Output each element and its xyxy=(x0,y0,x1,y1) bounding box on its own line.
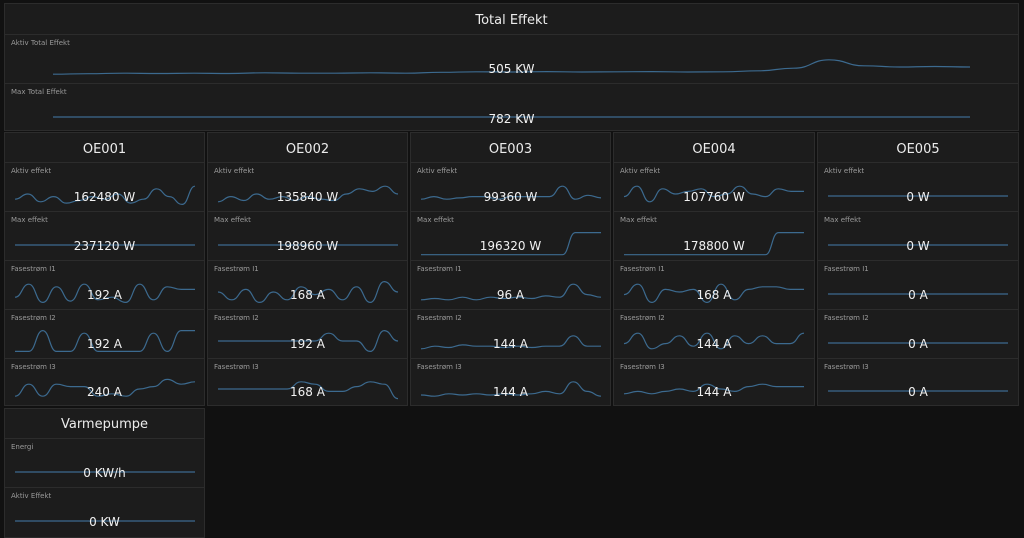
stat-value: 144 A xyxy=(696,337,732,351)
stat-value: 782 KW xyxy=(488,112,535,126)
stat-cell[interactable]: Fasestrøm I1 96 A xyxy=(411,261,610,309)
stat-cell[interactable]: Aktiv effekt 99360 W xyxy=(411,163,610,211)
panel-title: OE003 xyxy=(488,142,533,157)
stat-value: 168 A xyxy=(290,288,325,302)
stat-cell[interactable]: Fasestrøm I2 144 A xyxy=(411,310,610,358)
stat-value: 144 A xyxy=(696,385,732,399)
stat-value: 0 A xyxy=(908,337,928,351)
stat-cell[interactable]: Fasestrøm I2 192 A xyxy=(208,310,407,358)
stat-cell[interactable]: Aktiv effekt 135840 W xyxy=(208,163,407,211)
panel-title: Total Effekt xyxy=(475,13,548,28)
stat-cell[interactable]: Fasestrøm I2 192 A xyxy=(5,310,204,358)
stat-cell[interactable]: Energi 0 KW/h xyxy=(5,439,204,487)
panel-title: OE004 xyxy=(692,142,736,157)
total-effekt-panel: Total Effekt Aktiv Total Effekt 505 KW M… xyxy=(4,3,1019,131)
stat-value: 0 A xyxy=(908,288,928,302)
stat-cell[interactable]: Aktiv Effekt 0 KW xyxy=(5,488,204,538)
stat-cell[interactable]: Fasestrøm I3 168 A xyxy=(208,359,407,405)
stat-cell[interactable]: Fasestrøm I1 192 A xyxy=(5,261,204,309)
stat-value: 144 A xyxy=(493,337,528,351)
stat-value: 96 A xyxy=(496,288,525,302)
stat-cell[interactable]: Aktiv effekt 107760 W xyxy=(614,163,814,211)
stat-value: 162480 W xyxy=(73,190,136,204)
stat-value: 0 KW/h xyxy=(83,466,126,480)
stat-value: 99360 W xyxy=(483,190,538,204)
stat-value: 192 A xyxy=(87,288,122,302)
stat-cell[interactable]: Max effekt 198960 W xyxy=(208,212,407,260)
stat-value: 0 W xyxy=(906,190,930,204)
stat-value: 0 KW xyxy=(89,515,120,529)
unit-panel-oe005: OE005 Aktiv effekt 0 W Max effekt 0 W Fase… xyxy=(817,132,1019,406)
panel-title: Varmepumpe xyxy=(60,417,149,432)
stat-value: 505 KW xyxy=(488,62,535,76)
stat-value: 196320 W xyxy=(479,239,542,253)
sparkline xyxy=(15,520,195,522)
stat-cell[interactable]: Fasestrøm I3 144 A xyxy=(411,359,610,405)
stat-value: 144 A xyxy=(493,385,528,399)
stat-cell[interactable]: Max effekt 237120 W xyxy=(5,212,204,260)
stat-value: 178800 W xyxy=(683,239,745,253)
unit-panel-oe001: OE001 Aktiv effekt 162480 W Max effekt 237… xyxy=(4,132,205,406)
unit-panel-oe003: OE003 Aktiv effekt 99360 W Max effekt 1963… xyxy=(410,132,611,406)
panel-title: OE002 xyxy=(285,142,330,157)
stat-value: 0 A xyxy=(908,385,928,399)
stat-value: 168 A xyxy=(290,385,325,399)
stat-cell[interactable]: Max effekt 196320 W xyxy=(411,212,610,260)
stat-cell[interactable]: Aktiv effekt 162480 W xyxy=(5,163,204,211)
stat-cell[interactable]: Aktiv Total Effekt 505 KW xyxy=(5,35,1018,83)
stat-value: 198960 W xyxy=(276,239,339,253)
stat-value: 240 A xyxy=(87,385,122,399)
stat-cell[interactable]: Fasestrøm I2 0 A xyxy=(818,310,1018,358)
stat-value: 192 A xyxy=(87,337,122,351)
stat-value: 0 W xyxy=(906,239,930,253)
stat-cell[interactable]: Fasestrøm I3 144 A xyxy=(614,359,814,405)
stat-value: 237120 W xyxy=(73,239,136,253)
stat-value: 192 A xyxy=(290,337,325,351)
stat-cell[interactable]: Aktiv effekt 0 W xyxy=(818,163,1018,211)
stat-cell[interactable]: Fasestrøm I2 144 A xyxy=(614,310,814,358)
panel-title: OE005 xyxy=(896,142,940,157)
stat-value: 135840 W xyxy=(276,190,339,204)
stat-cell[interactable]: Fasestrøm I3 240 A xyxy=(5,359,204,405)
stat-cell[interactable]: Fasestrøm I1 168 A xyxy=(614,261,814,309)
stat-cell[interactable]: Max effekt 178800 W xyxy=(614,212,814,260)
unit-panel-oe004: OE004 Aktiv effekt 107760 W Max effekt 178… xyxy=(613,132,815,406)
stat-cell[interactable]: Fasestrøm I1 168 A xyxy=(208,261,407,309)
unit-panel-oe002: OE002 Aktiv effekt 135840 W Max effekt 198… xyxy=(207,132,408,406)
varmepumpe-panel: Varmepumpe Energi 0 KW/h Aktiv Effekt 0 KW xyxy=(4,408,205,538)
stat-value: 168 A xyxy=(696,288,732,302)
stat-cell[interactable]: Fasestrøm I1 0 A xyxy=(818,261,1018,309)
stat-cell[interactable]: Max effekt 0 W xyxy=(818,212,1018,260)
stat-value: 107760 W xyxy=(683,190,745,204)
stat-cell[interactable]: Fasestrøm I3 0 A xyxy=(818,359,1018,405)
stat-cell[interactable]: Max Total Effekt 782 KW xyxy=(5,84,1018,130)
panel-title: OE001 xyxy=(82,142,127,157)
